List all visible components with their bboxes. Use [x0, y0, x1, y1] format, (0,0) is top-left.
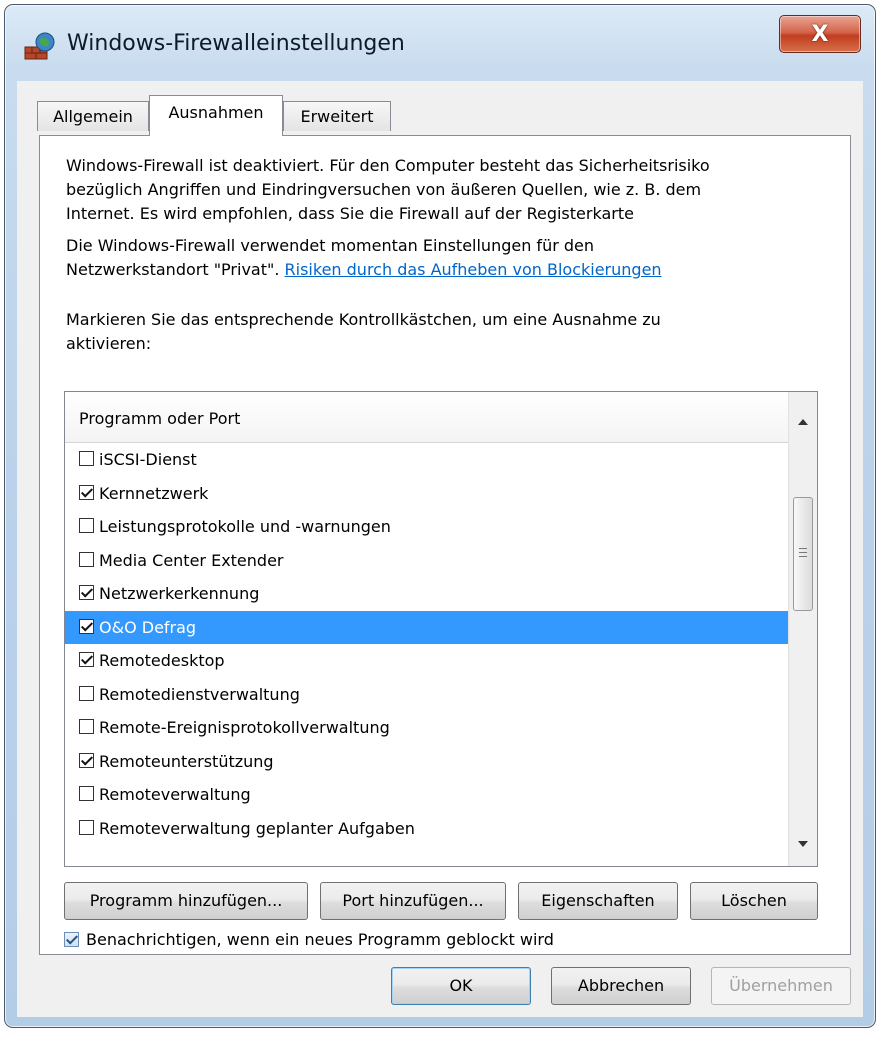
exception-label: Remoteverwaltung geplanter Aufgaben — [99, 818, 415, 838]
column-header-program-or-port[interactable]: Programm oder Port — [65, 392, 789, 443]
list-item[interactable]: Kernnetzwerk — [65, 477, 789, 510]
close-button[interactable]: X — [779, 15, 861, 53]
instruction-line: aktivieren: — [66, 334, 152, 353]
network-line: Netzwerkstandort "Privat". Risiken durch… — [66, 258, 826, 282]
cancel-button[interactable]: Abbrechen — [551, 967, 691, 1005]
exception-label: iSCSI-Dienst — [99, 450, 197, 469]
exception-checkbox[interactable] — [79, 518, 94, 533]
exception-checkbox[interactable] — [79, 719, 94, 734]
exception-label: Netzwerkerkennung — [99, 584, 260, 603]
firewall-warning-text: Windows-Firewall ist deaktiviert. Für de… — [66, 154, 826, 226]
grip-line — [799, 556, 807, 557]
exception-label: Kernnetzwerk — [99, 483, 209, 503]
warning-line: bezüglich Angriffen und Eindringversuche… — [66, 180, 702, 199]
list-item[interactable]: Remote-Ereignisprotokollverwaltung — [65, 711, 789, 744]
exception-label: Remotedesktop — [99, 651, 225, 670]
list-item[interactable]: Remoteverwaltung — [65, 778, 789, 811]
exception-label: Remoteverwaltung — [99, 785, 251, 804]
tab-erweitert[interactable]: Erweitert — [283, 101, 391, 131]
list-item[interactable]: Remoteunterstützung — [65, 745, 789, 778]
instruction-line: Markieren Sie das entsprechende Kontroll… — [66, 310, 661, 329]
grip-line — [799, 552, 807, 553]
ok-button[interactable]: OK — [391, 967, 531, 1005]
list-item[interactable]: Remotedesktop — [65, 644, 789, 677]
grip-line — [799, 548, 807, 549]
tab-ausnahmen[interactable]: Ausnahmen — [149, 95, 283, 136]
network-location-label: Netzwerkstandort "Privat". — [66, 260, 285, 279]
exception-checkbox[interactable] — [79, 585, 94, 600]
arrow-up-icon — [798, 419, 808, 425]
window-title: Windows-Firewalleinstellungen — [67, 31, 405, 56]
exception-label: O&O Defrag — [99, 617, 197, 637]
exception-label: Remotedienstverwaltung — [99, 684, 300, 704]
exception-checkbox[interactable] — [79, 484, 94, 500]
exception-label: Remoteunterstützung — [99, 751, 274, 771]
close-icon: X — [811, 21, 829, 47]
notify-checkbox[interactable] — [64, 932, 79, 947]
title-bar[interactable]: Windows-Firewalleinstellungen X — [5, 5, 875, 85]
dialog-client-area: Allgemein Ausnahmen Erweitert Windows-Fi… — [17, 81, 863, 1017]
exception-label: Leistungsprotokolle und -warnungen — [99, 517, 391, 536]
list-item[interactable]: Media Center Extender — [65, 544, 789, 577]
add-program-button[interactable]: Programm hinzufügen... — [64, 882, 308, 920]
list-item[interactable]: O&O Defrag — [65, 610, 789, 644]
unblock-risks-link[interactable]: Risiken durch das Aufheben von Blockieru… — [285, 260, 662, 279]
list-item[interactable]: Leistungsprotokolle und -warnungen — [65, 510, 789, 543]
instruction-text: Markieren Sie das entsprechende Kontroll… — [66, 308, 826, 356]
exceptions-panel: Windows-Firewall ist deaktiviert. Für de… — [39, 135, 851, 955]
list-item[interactable]: Remotedienstverwaltung — [65, 678, 789, 711]
warning-line: Windows-Firewall ist deaktiviert. Für de… — [66, 156, 710, 175]
arrow-down-icon — [798, 841, 808, 847]
list-item[interactable]: Remoteverwaltung geplanter Aufgaben — [65, 812, 789, 845]
firewall-icon — [24, 32, 55, 60]
delete-button[interactable]: Löschen — [690, 882, 818, 920]
exceptions-rows: iSCSI-Dienst Kernnetzwerk Leistungsprotoko… — [65, 443, 789, 866]
exception-checkbox[interactable] — [79, 752, 94, 768]
apply-button[interactable]: Übernehmen — [711, 967, 851, 1005]
exception-checkbox[interactable] — [79, 618, 94, 634]
firewall-settings-dialog: Windows-Firewalleinstellungen X Allgemei… — [4, 4, 876, 1028]
scroll-down-button[interactable] — [789, 830, 817, 858]
warning-line: Internet. Es wird empfohlen, dass Sie di… — [66, 204, 634, 223]
exception-checkbox[interactable] — [79, 786, 94, 801]
exception-checkbox[interactable] — [79, 551, 94, 567]
exception-label: Remote-Ereignisprotokollverwaltung — [99, 718, 390, 737]
network-location-text: Die Windows-Firewall verwendet momentan … — [66, 234, 826, 282]
exception-checkbox[interactable] — [79, 819, 94, 835]
exception-checkbox[interactable] — [79, 652, 94, 667]
scroll-up-button[interactable] — [789, 408, 817, 436]
exception-checkbox[interactable] — [79, 685, 94, 701]
network-line: Die Windows-Firewall verwendet momentan … — [66, 236, 595, 255]
notify-label: Benachrichtigen, wenn ein neues Programm… — [86, 930, 554, 949]
vertical-scrollbar[interactable] — [788, 392, 817, 866]
properties-button[interactable]: Eigenschaften — [518, 882, 678, 920]
exception-checkbox[interactable] — [79, 451, 94, 466]
add-port-button[interactable]: Port hinzufügen... — [320, 882, 506, 920]
scroll-thumb[interactable] — [793, 497, 813, 611]
exception-label: Media Center Extender — [99, 550, 284, 570]
list-item[interactable]: Netzwerkerkennung — [65, 577, 789, 610]
tab-allgemein[interactable]: Allgemein — [37, 101, 149, 131]
exceptions-list[interactable]: Programm oder Port iSCSI-Dienst Kernnetzw… — [64, 391, 818, 867]
list-item[interactable]: iSCSI-Dienst — [65, 443, 789, 476]
